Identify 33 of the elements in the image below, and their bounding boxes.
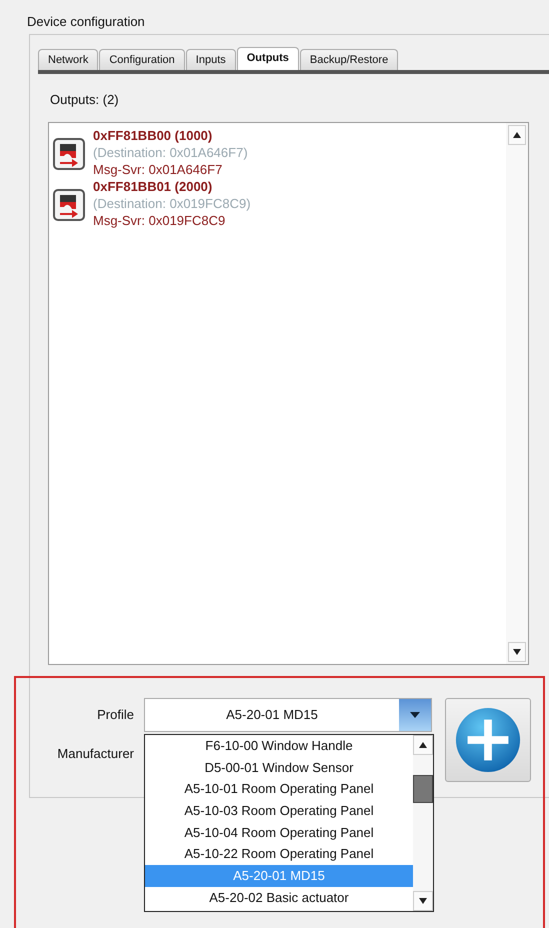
scroll-down-icon[interactable] xyxy=(508,642,526,662)
output-title: 0xFF81BB01 (2000) xyxy=(93,178,214,195)
dropdown-option[interactable]: A5-10-04 Room Operating Panel xyxy=(145,822,413,844)
add-button[interactable] xyxy=(445,698,531,782)
dropdown-option[interactable]: A5-10-01 Room Operating Panel xyxy=(145,778,413,800)
tab[interactable]: Backup/Restore xyxy=(300,49,398,70)
scrollbar[interactable] xyxy=(413,735,433,911)
output-title: 0xFF81BB00 (1000) xyxy=(93,127,214,144)
group-title: Device configuration xyxy=(27,14,146,31)
tab[interactable]: Network xyxy=(38,49,98,70)
output-destination: (Destination: 0x019FC8C9) xyxy=(93,195,251,212)
outputs-count: Outputs: (2) xyxy=(50,92,120,109)
output-device-icon xyxy=(53,189,85,221)
output-destination: (Destination: 0x01A646F7) xyxy=(93,144,248,161)
scrollbar[interactable] xyxy=(506,123,528,664)
dropdown-option[interactable]: F6-10-00 Window Handle xyxy=(145,735,413,757)
dropdown-option[interactable]: A5-20-02 Basic actuator xyxy=(145,886,413,908)
scroll-down-icon[interactable] xyxy=(413,891,433,911)
dropdown-option[interactable]: A5-10-22 Room Operating Panel xyxy=(145,843,413,866)
plus-icon xyxy=(454,706,522,774)
profile-label: Profile xyxy=(97,707,134,722)
output-server: Msg-Svr: 0x01A646F7 xyxy=(93,161,224,178)
dropdown-option[interactable]: D5-00-01 Window Sensor xyxy=(145,756,413,778)
tab[interactable]: Configuration xyxy=(99,49,185,70)
scroll-up-icon[interactable] xyxy=(413,735,433,755)
dropdown-option[interactable]: A5-10-03 Room Operating Panel xyxy=(145,800,413,822)
output-server: Msg-Svr: 0x019FC8C9 xyxy=(93,212,226,229)
tab[interactable]: Outputs xyxy=(236,47,299,70)
scroll-thumb[interactable] xyxy=(413,775,433,803)
manufacturer-label: Manufacturer xyxy=(57,746,134,761)
scroll-up-icon[interactable] xyxy=(508,125,526,145)
output-device-icon xyxy=(53,138,85,170)
tab[interactable]: Inputs xyxy=(186,49,236,70)
